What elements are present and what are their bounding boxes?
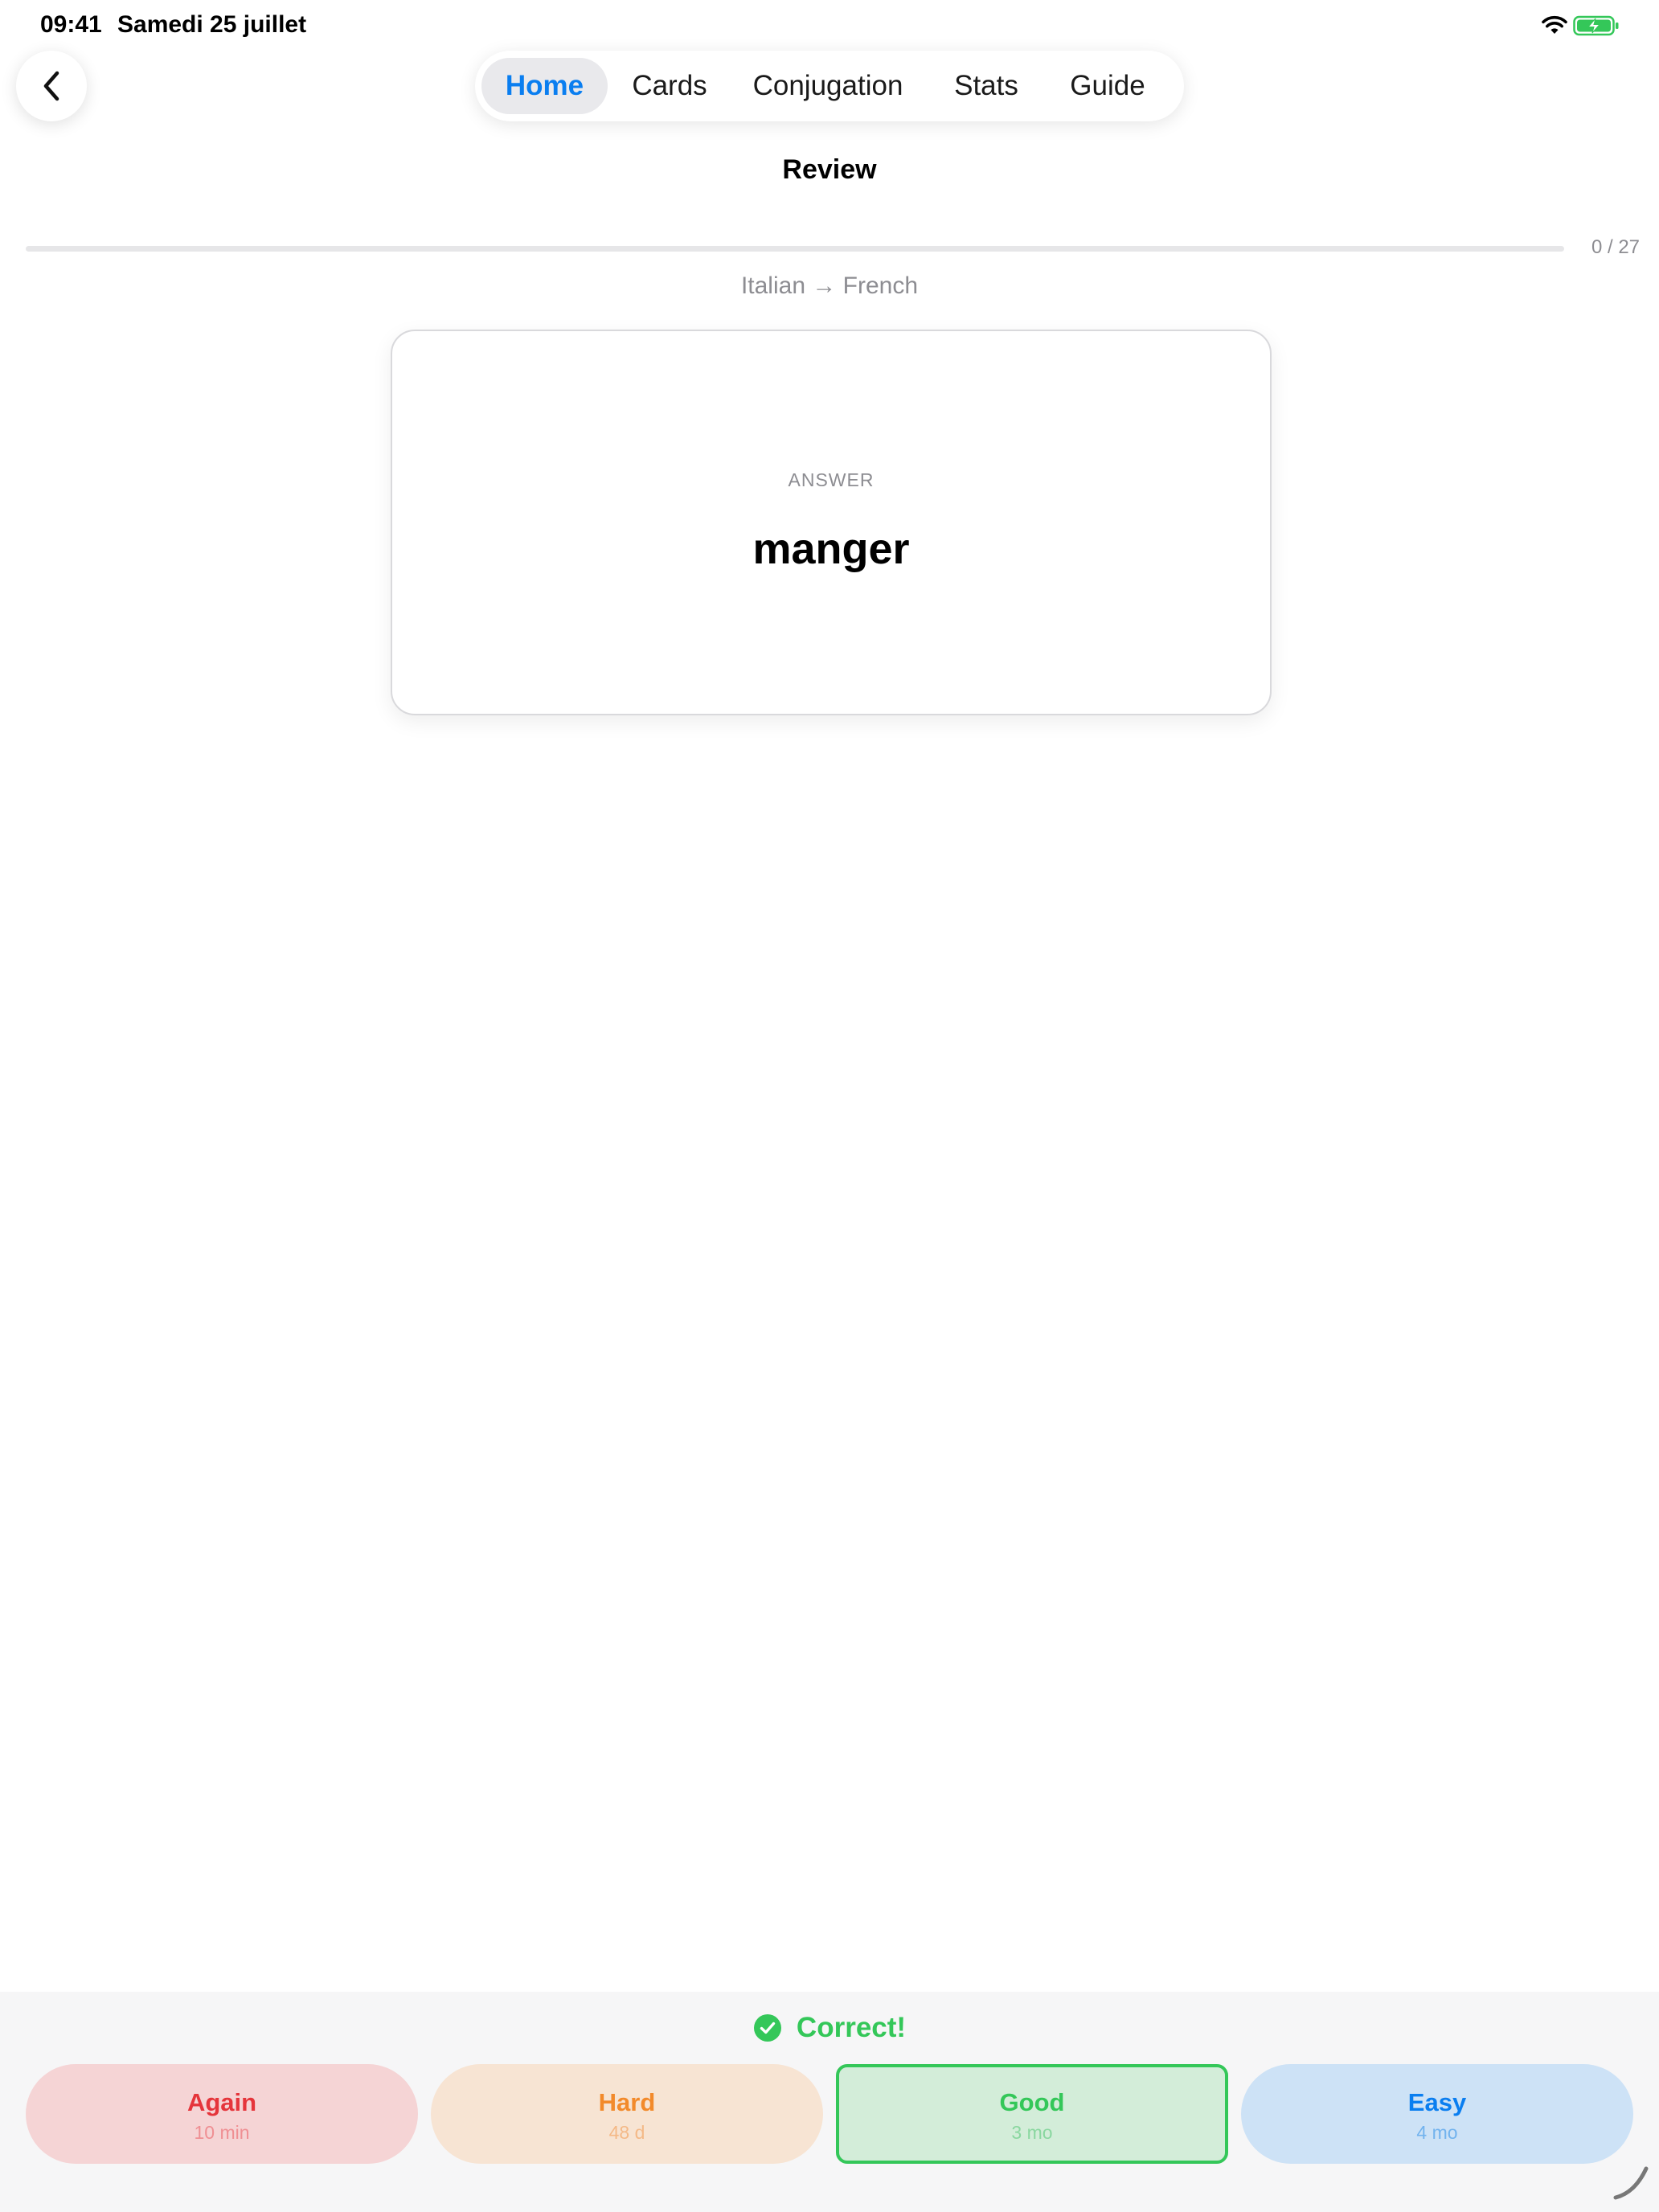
good-button[interactable]: Good 3 mo: [836, 2064, 1228, 2164]
easy-label: Easy: [1407, 2088, 1467, 2116]
status-time: 09:41: [40, 11, 102, 38]
progress-count: 0 / 27: [1591, 236, 1641, 258]
hard-interval: 48 d: [608, 2122, 645, 2143]
review-progress-bar: [26, 246, 1564, 252]
good-label: Good: [999, 2088, 1065, 2116]
battery-charging-icon: [1573, 15, 1619, 36]
card-word: manger: [752, 525, 910, 573]
checkmark-circle-icon: [753, 2014, 781, 2042]
easy-interval: 4 mo: [1416, 2122, 1458, 2143]
hard-label: Hard: [598, 2088, 656, 2116]
page-title: Review: [782, 154, 877, 185]
tab-conjugation[interactable]: Conjugation: [732, 58, 924, 114]
feedback-banner: Correct!: [0, 2008, 1659, 2048]
hard-button[interactable]: Hard 48 d: [431, 2064, 823, 2164]
easy-button[interactable]: Easy 4 mo: [1241, 2064, 1633, 2164]
language-direction: Italian → French: [740, 272, 919, 299]
wifi-icon: [1542, 15, 1567, 34]
card-side-label: ANSWER: [788, 469, 875, 490]
flashcard[interactable]: ANSWER manger: [391, 330, 1272, 715]
again-interval: 10 min: [194, 2122, 250, 2143]
grading-panel: Correct! Again 10 min Hard 48 d Good 3 m…: [0, 1992, 1659, 2212]
status-bar: 09:41 Samedi 25 juillet: [0, 0, 1659, 51]
again-button[interactable]: Again 10 min: [26, 2064, 418, 2164]
nav-tab-bar: Home Cards Conjugation Stats Guide: [475, 51, 1184, 121]
feedback-text: Correct!: [796, 2012, 907, 2043]
good-interval: 3 mo: [1011, 2122, 1053, 2143]
tab-guide[interactable]: Guide: [1047, 58, 1168, 114]
tab-home[interactable]: Home: [481, 58, 608, 114]
resize-handle-icon[interactable]: [1611, 2162, 1651, 2202]
tab-cards[interactable]: Cards: [616, 58, 723, 114]
tab-stats[interactable]: Stats: [938, 58, 1034, 114]
again-label: Again: [186, 2088, 257, 2116]
back-button[interactable]: [16, 51, 87, 121]
chevron-left-icon: [43, 71, 59, 101]
status-date: Samedi 25 juillet: [117, 11, 307, 38]
